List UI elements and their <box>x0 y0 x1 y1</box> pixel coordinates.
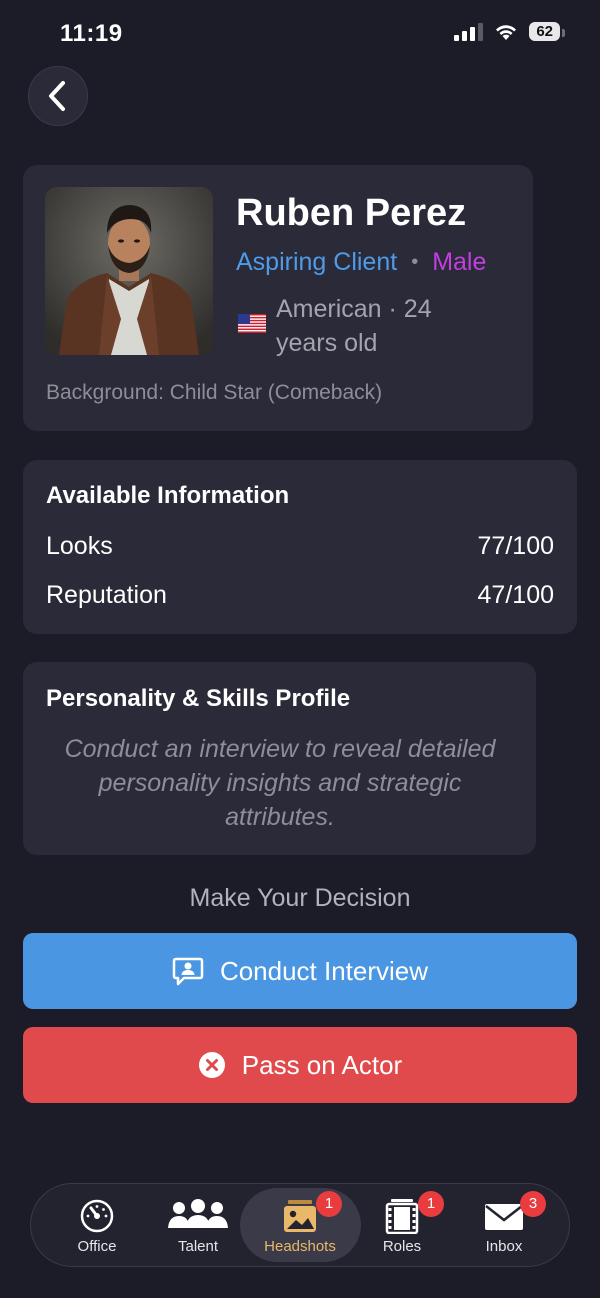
tab-label: Headshots <box>264 1238 336 1255</box>
chat-person-icon <box>172 957 204 986</box>
actor-tags: Aspiring Client • Male <box>236 248 486 277</box>
tab-label: Talent <box>177 1238 219 1255</box>
personality-hint: Conduct an interview to reveal detailed … <box>64 735 496 831</box>
close-circle-icon <box>198 1052 225 1078</box>
stat-value-looks: 77/100 <box>477 532 554 560</box>
envelope-icon <box>485 1204 523 1230</box>
headshots-badge: 1 <box>316 1191 342 1217</box>
actor-background: Background: Child Star (Comeback) <box>46 381 383 404</box>
us-flag-icon <box>238 314 266 333</box>
personality-title: Personality & Skills Profile <box>46 685 351 712</box>
chevron-left-icon <box>49 81 65 111</box>
tab-inbox[interactable]: 3 Inbox <box>454 1184 554 1268</box>
tab-label: Inbox <box>485 1238 523 1255</box>
client-status: Aspiring Client <box>236 248 398 276</box>
tag-separator: • <box>411 251 419 273</box>
gender-label: Male <box>432 248 487 276</box>
info-title: Available Information <box>46 482 290 509</box>
tab-talent[interactable]: Talent <box>148 1184 248 1268</box>
film-icon <box>385 1199 419 1234</box>
actor-name: Ruben Perez <box>236 192 467 234</box>
stat-label-reputation: Reputation <box>46 581 167 609</box>
decision-heading: Make Your Decision <box>189 884 411 912</box>
conduct-interview-button[interactable]: Conduct Interview <box>23 933 577 1009</box>
inbox-badge: 3 <box>520 1191 546 1217</box>
bottom-tab-bar: Office Talent 1 Headshots 1 Roles 3 Inbo… <box>30 1183 570 1267</box>
actor-headshot <box>45 187 213 355</box>
pass-on-actor-button[interactable]: Pass on Actor <box>23 1027 577 1103</box>
image-icon <box>284 1200 316 1232</box>
tab-label: Roles <box>382 1238 422 1255</box>
pass-on-actor-label: Pass on Actor <box>241 1049 403 1080</box>
tab-label: Office <box>77 1238 117 1255</box>
wifi-icon <box>496 24 517 40</box>
back-button[interactable] <box>28 66 88 126</box>
signal-icon <box>454 22 484 41</box>
gauge-icon <box>80 1199 114 1233</box>
conduct-interview-label: Conduct Interview <box>219 955 429 986</box>
battery-indicator: 62 <box>529 22 565 41</box>
people-icon <box>168 1199 228 1228</box>
stat-label-looks: Looks <box>46 532 113 560</box>
stat-value-reputation: 47/100 <box>477 581 554 609</box>
roles-badge: 1 <box>418 1191 444 1217</box>
status-indicators: 62 <box>454 22 565 41</box>
tab-roles[interactable]: 1 Roles <box>352 1184 452 1268</box>
tab-office[interactable]: Office <box>47 1184 147 1268</box>
status-time: 11:19 <box>60 20 123 47</box>
actor-origin-age: American · 24 years old <box>276 295 432 357</box>
tab-headshots[interactable]: 1 Headshots <box>250 1184 350 1268</box>
